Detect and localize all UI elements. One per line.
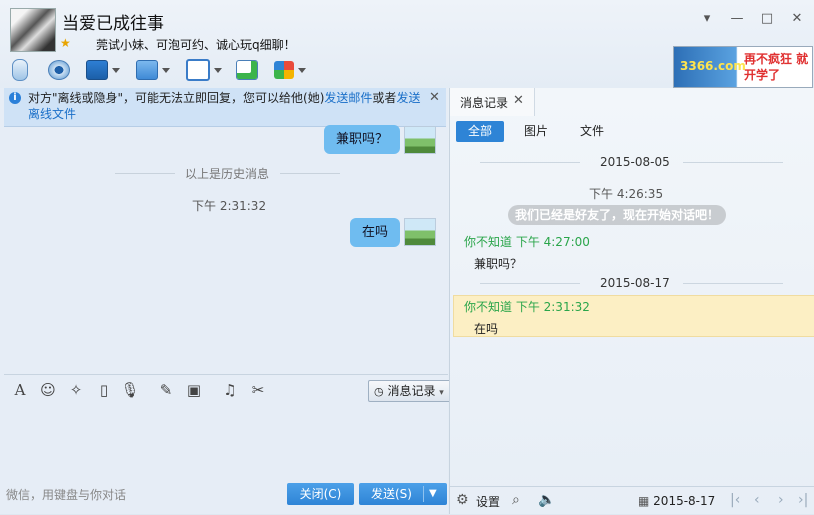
history-separator: 以上是历史消息: [185, 167, 270, 181]
date-value: 2015-8-17: [653, 494, 716, 508]
date-picker[interactable]: ▦ 2015-8-17: [638, 492, 718, 510]
send-button[interactable]: 发送(S) ▼: [359, 483, 447, 505]
first-page-icon[interactable]: |‹: [730, 492, 740, 508]
friend-notice: 我们已经是好友了，现在开始对话吧！: [508, 205, 726, 225]
divider: [480, 162, 580, 163]
emoji-icon[interactable]: ☺: [38, 381, 58, 399]
offline-notice: i 对方"离线或隐身"，可能无法立即回复，您可以给他(她)发送邮件或者发送离线文…: [4, 88, 446, 127]
info-icon: i: [9, 92, 21, 104]
avatar[interactable]: [404, 126, 436, 154]
scissors-icon[interactable]: ✂: [248, 381, 268, 399]
date-separator: 2015-08-17: [600, 276, 670, 290]
dropdown-button[interactable]: ▾: [698, 10, 716, 28]
history-timestamp: 下午 4:26:35: [589, 187, 664, 201]
contact-signature: 莞试小妹、可泡可约、诚心玩q细聊！: [96, 38, 296, 52]
divider: [683, 283, 783, 284]
chat-window: 当爱已成往事 ★ 莞试小妹、可泡可约、诚心玩q细聊！ ▾ — □ ✕ 3366.…: [0, 0, 814, 514]
chevron-down-icon[interactable]: ▼: [429, 483, 437, 505]
edit-icon[interactable]: ✎: [156, 381, 176, 399]
chat-panel: i 对方"离线或隐身"，可能无法立即回复，您可以给他(她)发送邮件或者发送离线文…: [0, 88, 452, 514]
send-file-button[interactable]: [136, 58, 170, 82]
remote-assist-button[interactable]: [86, 58, 120, 82]
divider: [480, 283, 580, 284]
input-hint: 微信，用键盘与你对话: [6, 488, 127, 502]
gear-icon[interactable]: ⚙: [456, 492, 469, 508]
font-icon[interactable]: A: [10, 381, 30, 399]
close-icon[interactable]: ✕: [513, 93, 524, 108]
prev-page-icon[interactable]: ‹: [754, 492, 760, 508]
chevron-down-icon: [112, 67, 120, 73]
close-icon[interactable]: ✕: [429, 90, 440, 105]
ad-logo: 3366.com: [680, 59, 746, 73]
divider: [280, 173, 340, 174]
filter-files[interactable]: 文件: [568, 121, 616, 142]
next-page-icon[interactable]: ›: [778, 492, 784, 508]
message-log-button[interactable]: ◷ 消息记录 ▾: [368, 380, 452, 402]
history-message: 兼职吗？: [474, 257, 523, 271]
maximize-button[interactable]: □: [758, 10, 776, 28]
send-label: 发送(S): [371, 487, 412, 501]
input-toolbar: A ☺ ✧ ▯ 🎙 ✎ ▣ ♫ ✂ ◷ 消息记录 ▾: [4, 374, 452, 405]
chevron-down-icon: ▾: [439, 388, 444, 398]
webcam-icon: [48, 60, 70, 80]
history-sender: 你不知道 下午 2:31:32: [464, 300, 590, 314]
note-add-icon: [236, 60, 258, 80]
voice-call-button[interactable]: [12, 58, 28, 82]
history-panel: 消息记录 ✕ 全部 图片 文件 2015-08-05 下午 4:26:35 我们…: [449, 88, 814, 514]
create-discussion-button[interactable]: [236, 58, 258, 82]
history-message: 在吗: [474, 322, 499, 336]
message-timestamp: 下午 2:31:32: [192, 199, 267, 213]
notice-prefix: 对方"离线或隐身"，可能无法立即回复，您可以给他(她): [28, 91, 325, 105]
chevron-down-icon: [162, 67, 170, 73]
message-bubble: 在吗: [350, 218, 401, 247]
screen-share-icon: [86, 60, 108, 80]
speaker-icon[interactable]: 🔈: [538, 492, 555, 508]
microphone-icon: [12, 59, 28, 81]
history-footer: ⚙ 设置 ⌕ 🔈 ▦ 2015-8-17 |‹ ‹ › ›|: [450, 486, 814, 515]
notice-middle: 或者: [372, 91, 397, 105]
avatar[interactable]: [404, 218, 436, 246]
notice-text: 对方"离线或隐身"，可能无法立即回复，您可以给他(她)发送邮件或者发送离线文件: [28, 90, 423, 122]
message-bubble: 兼职吗？: [324, 125, 401, 154]
settings-button[interactable]: 设置: [476, 493, 500, 510]
music-icon[interactable]: ♫: [220, 381, 240, 399]
close-button[interactable]: 关闭(C): [287, 483, 354, 505]
chevron-down-icon: [298, 67, 306, 73]
apps-button[interactable]: [274, 58, 306, 82]
divider: [683, 162, 783, 163]
divider: [115, 173, 175, 174]
message-input[interactable]: [4, 406, 448, 486]
search-icon[interactable]: ⌕: [512, 492, 520, 508]
ad-banner[interactable]: 3366.com 再不疯狂 就开学了: [673, 46, 813, 88]
last-page-icon[interactable]: ›|: [798, 492, 808, 508]
shake-icon[interactable]: ▯: [94, 381, 114, 399]
voice-message-icon[interactable]: 🎙: [120, 381, 140, 399]
message-log-label: 消息记录: [387, 384, 436, 398]
star-icon: ★: [60, 36, 71, 50]
send-email-link[interactable]: 发送邮件: [324, 91, 372, 105]
history-sender: 你不知道 下午 4:27:00: [464, 235, 590, 249]
apps-grid-icon: [274, 61, 294, 79]
calendar-icon: ▦: [638, 494, 650, 508]
contact-name: 当爱已成往事: [62, 14, 164, 34]
image-icon[interactable]: ▣: [184, 381, 204, 399]
minimize-button[interactable]: —: [728, 10, 746, 28]
screenshot-button[interactable]: [186, 58, 222, 82]
tab-message-log[interactable]: 消息记录 ✕: [450, 88, 535, 116]
ad-slogan: 再不疯狂 就开学了: [744, 52, 809, 82]
clock-icon: ◷: [374, 385, 384, 398]
date-separator: 2015-08-05: [600, 155, 670, 169]
close-window-button[interactable]: ✕: [788, 10, 806, 28]
video-call-button[interactable]: [48, 58, 70, 82]
monitor-icon: [186, 59, 210, 81]
avatar[interactable]: [10, 8, 56, 52]
tab-label: 消息记录: [460, 96, 509, 110]
chevron-down-icon: [214, 67, 222, 73]
folder-arrow-icon: [136, 60, 158, 80]
filter-all[interactable]: 全部: [456, 121, 504, 142]
filter-images[interactable]: 图片: [512, 121, 560, 142]
magic-wand-icon[interactable]: ✧: [66, 381, 86, 399]
